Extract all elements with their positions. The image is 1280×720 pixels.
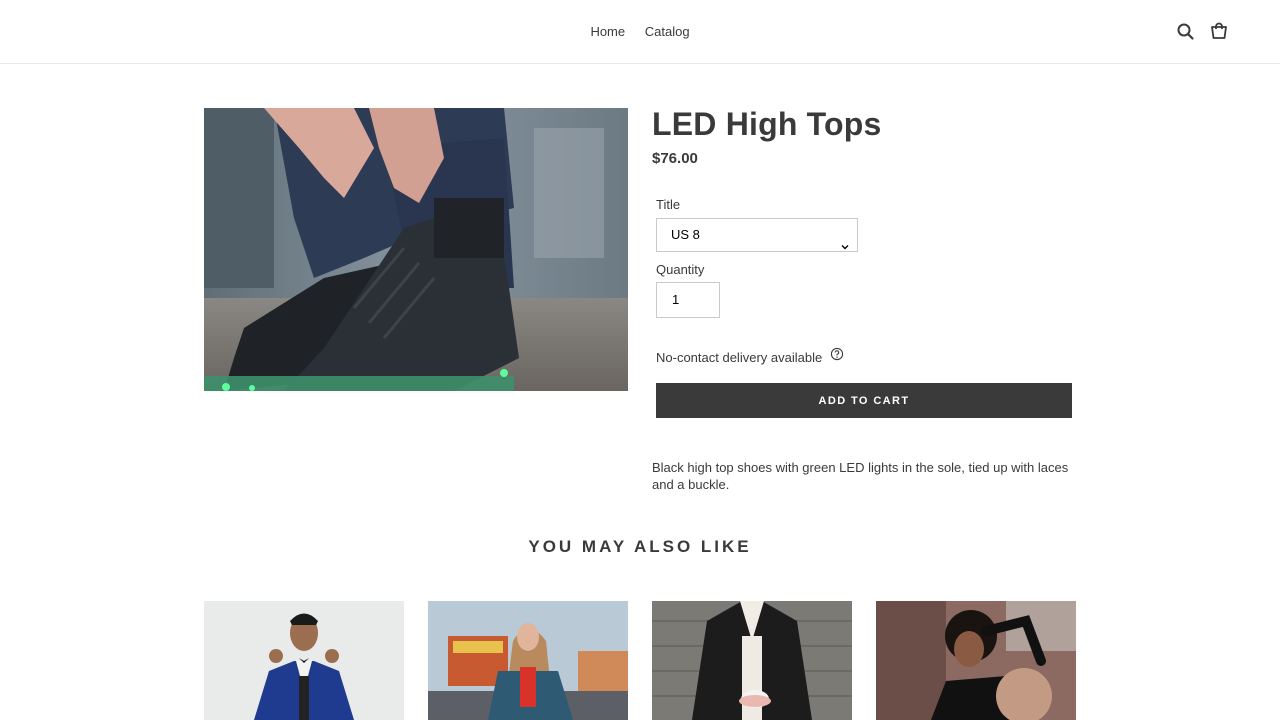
quantity-input[interactable]: 1 (656, 282, 720, 318)
related-product-card[interactable] (876, 601, 1076, 720)
related-product-card[interactable] (428, 601, 628, 720)
site-header: Home Catalog (0, 0, 1280, 64)
chevron-down-icon (841, 231, 849, 263)
product-price: $76.00 (652, 150, 698, 167)
nav-link-home[interactable]: Home (590, 23, 625, 41)
main-nav: Home Catalog (0, 23, 1280, 41)
related-heading: YOU MAY ALSO LIKE (528, 537, 752, 556)
product-title: LED High Tops (652, 106, 882, 142)
help-icon[interactable] (830, 347, 844, 365)
add-to-cart-button[interactable]: Add to cart (656, 383, 1072, 418)
cart-icon[interactable] (1209, 22, 1229, 42)
related-product-card[interactable] (204, 601, 404, 720)
nav-link-catalog[interactable]: Catalog (645, 23, 690, 41)
delivery-note: No-contact delivery available (656, 347, 844, 366)
quantity-label: Quantity (656, 262, 705, 277)
delivery-text: No-contact delivery available (656, 350, 823, 365)
size-select-value: US 8 (671, 227, 700, 242)
related-product-card[interactable] (652, 601, 852, 720)
product-image (204, 108, 628, 391)
option-label: Title (656, 197, 681, 212)
search-icon[interactable] (1176, 22, 1196, 42)
product-description: Black high top shoes with green LED ligh… (652, 460, 1069, 492)
size-select[interactable]: US 8 (656, 218, 858, 252)
